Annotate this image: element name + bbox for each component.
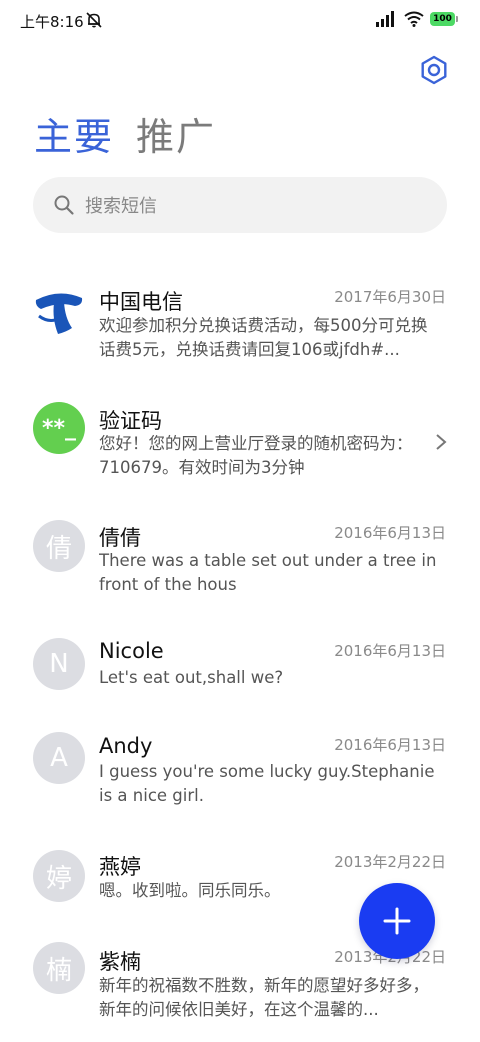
message-row-qianqian[interactable]: 倩 倩倩 2016年6月13日 There was a table set ou…: [0, 518, 480, 618]
message-preview: 新年的祝福数不胜数，新年的愿望好多好多，新年的问候依旧美好，在这个温馨的...: [99, 976, 429, 1019]
message-date: 2016年6月13日: [334, 642, 446, 660]
tab-promotions[interactable]: 推广: [136, 112, 216, 162]
tab-bar: 主要 推广: [34, 112, 216, 162]
battery-level: 100: [430, 12, 455, 26]
settings-icon[interactable]: [418, 54, 450, 86]
china-telecom-logo: [33, 284, 85, 336]
message-date: 2016年6月13日: [334, 524, 446, 542]
battery-icon: 100: [430, 12, 458, 26]
signal-icon: [376, 11, 394, 27]
avatar: N: [33, 638, 85, 690]
avatar: 倩: [33, 520, 85, 572]
search-icon: [54, 195, 74, 215]
plus-icon: [383, 907, 411, 935]
telecom-logo-icon: [35, 293, 83, 334]
message-row-andy[interactable]: A Andy 2016年6月13日 I guess you're some lu…: [0, 732, 480, 832]
message-preview: I guess you're some lucky guy.Stephanie …: [99, 762, 435, 805]
search-input[interactable]: 搜索短信: [33, 177, 447, 233]
message-row-verification[interactable]: **_ 验证码 您好！您的网上营业厅登录的随机密码为：710679。有效时间为3…: [0, 392, 480, 492]
message-date: 2013年2月22日: [334, 853, 446, 871]
avatar: 楠: [33, 942, 85, 994]
avatar: A: [33, 732, 85, 784]
status-bar: 上午8:16 100: [0, 0, 480, 42]
wifi-icon: [404, 11, 424, 27]
sender-name: Andy: [99, 734, 153, 758]
message-preview: There was a table set out under a tree i…: [99, 551, 437, 594]
avatar: 婷: [33, 850, 85, 902]
mute-bell-icon: [86, 12, 102, 28]
sender-name: 验证码: [99, 409, 162, 433]
status-time: 上午8:16: [20, 13, 84, 31]
status-icons: 100: [376, 11, 458, 27]
sender-name: 中国电信: [99, 290, 183, 314]
message-preview: 您好！您的网上营业厅登录的随机密码为：710679。有效时间为3分钟: [99, 434, 413, 477]
message-date: 2016年6月13日: [334, 736, 446, 754]
message-row-nicole[interactable]: N Nicole 2016年6月13日 Let's eat out,shall …: [0, 636, 480, 736]
sender-name: 紫楠: [99, 950, 141, 974]
message-row-china-telecom[interactable]: 中国电信 2017年6月30日 欢迎参加积分兑换话费活动，每500分可兑换话费5…: [0, 264, 480, 364]
sender-name: Nicole: [99, 639, 164, 663]
search-placeholder: 搜索短信: [85, 196, 157, 217]
sender-name: 燕婷: [99, 855, 141, 879]
avatar: **_: [33, 402, 85, 454]
message-preview: Let's eat out,shall we?: [99, 668, 284, 687]
message-preview: 欢迎参加积分兑换话费活动，每500分可兑换话费5元，兑换话费请回复106或jfd…: [99, 316, 428, 359]
compose-button[interactable]: [359, 883, 435, 959]
message-date: 2017年6月30日: [334, 288, 446, 306]
sender-name: 倩倩: [99, 526, 141, 550]
tab-primary[interactable]: 主要: [34, 112, 114, 162]
